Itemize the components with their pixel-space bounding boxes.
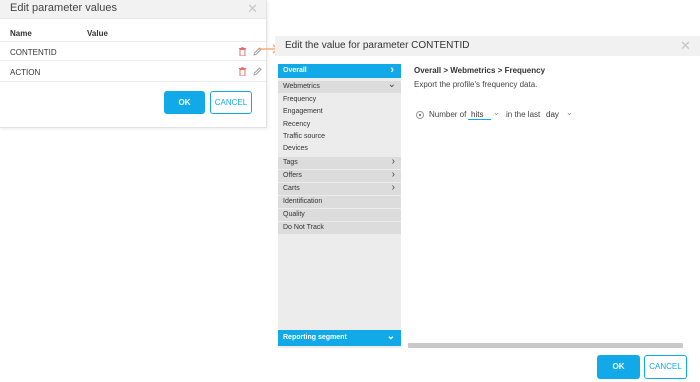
sidebar-item-recency[interactable]: Recency	[283, 121, 310, 128]
sidebar-group-offers[interactable]: Offers ›	[278, 169, 401, 182]
ok-button[interactable]: OK	[597, 355, 640, 379]
chevron-down-icon[interactable]: ⌄	[565, 108, 573, 120]
sidebar: Overall › Webmetrics ⌄ Frequency Engagem…	[278, 64, 401, 348]
cancel-button[interactable]: CANCEL	[210, 91, 252, 114]
sidebar-item-label: Tags	[283, 159, 298, 166]
close-icon[interactable]: ✕	[680, 38, 691, 54]
in-the-last-label: in the last	[506, 110, 541, 119]
metric-select[interactable]: hits	[468, 109, 491, 120]
sidebar-item-label: Quality	[283, 211, 305, 218]
sidebar-item-label: Do Not Track	[283, 224, 324, 231]
chevron-down-icon: ⌄	[386, 331, 395, 342]
sidebar-item-label: Identification	[283, 198, 323, 205]
column-header-name: Name	[10, 29, 32, 38]
chevron-down-icon: ⌄	[387, 79, 396, 90]
breadcrumb: Overall > Webmetrics > Frequency	[414, 66, 546, 75]
table-row: CONTENTID	[0, 41, 266, 61]
parameter-name: CONTENTID	[10, 48, 57, 57]
chevron-right-icon: ›	[391, 169, 395, 180]
column-header-value: Value	[87, 29, 108, 38]
chevron-right-icon: ›	[391, 182, 395, 193]
description: Export the profile's frequency data.	[414, 80, 538, 89]
table-row: ACTION	[0, 62, 266, 82]
chevron-right-icon: ›	[390, 64, 394, 76]
trash-icon[interactable]	[239, 47, 246, 56]
sidebar-item-label: Overall	[283, 67, 307, 74]
sidebar-item-do-not-track[interactable]: Do Not Track	[278, 222, 401, 234]
sidebar-item-label: Webmetrics	[283, 83, 320, 90]
chevron-down-icon[interactable]: ⌄	[492, 108, 500, 120]
sidebar-item-devices[interactable]: Devices	[283, 145, 308, 152]
sidebar-group-webmetrics[interactable]: Webmetrics ⌄	[278, 79, 401, 93]
sidebar-item-engagement[interactable]: Engagement	[283, 108, 323, 115]
sidebar-item-label: Reporting segment	[283, 334, 347, 341]
dialog-title: Edit parameter values	[10, 2, 117, 14]
sidebar-item-label: Offers	[283, 172, 302, 179]
edit-parameter-values-dialog: Edit parameter values ✕ Name Value CONTE…	[0, 0, 267, 128]
sidebar-group-carts[interactable]: Carts ›	[278, 182, 401, 195]
radio-button[interactable]	[416, 111, 424, 119]
sidebar-item-traffic-source[interactable]: Traffic source	[283, 133, 325, 140]
cancel-button[interactable]: CANCEL	[644, 355, 687, 379]
number-of-label: Number of	[429, 110, 467, 119]
sidebar-item-reporting-segment[interactable]: Reporting segment ⌄	[278, 330, 401, 346]
parameter-name: ACTION	[10, 68, 41, 77]
pencil-icon[interactable]	[253, 67, 262, 76]
dialog-header: Edit parameter values ✕	[0, 0, 266, 19]
metric-select-value: hits	[471, 110, 484, 119]
dialog-title: Edit the value for parameter CONTENTID	[285, 40, 470, 51]
period-select[interactable]: day	[543, 109, 565, 120]
edit-value-dialog: Edit the value for parameter CONTENTID ✕…	[275, 36, 700, 382]
trash-icon[interactable]	[239, 67, 246, 76]
sidebar-item-quality[interactable]: Quality	[278, 209, 401, 221]
radio-dot	[419, 114, 421, 116]
dialog-header: Edit the value for parameter CONTENTID ✕	[275, 36, 700, 56]
sidebar-group-tags[interactable]: Tags ›	[278, 156, 401, 169]
ok-button[interactable]: OK	[164, 91, 205, 114]
chevron-right-icon: ›	[391, 156, 395, 167]
sidebar-item-frequency[interactable]: Frequency	[283, 96, 316, 103]
sidebar-item-identification[interactable]: Identification	[278, 196, 401, 208]
sidebar-item-label: Carts	[283, 185, 300, 192]
period-select-value: day	[546, 110, 559, 119]
close-icon[interactable]: ✕	[247, 1, 258, 17]
horizontal-scrollbar[interactable]	[408, 343, 683, 348]
sidebar-item-overall[interactable]: Overall ›	[278, 64, 401, 78]
